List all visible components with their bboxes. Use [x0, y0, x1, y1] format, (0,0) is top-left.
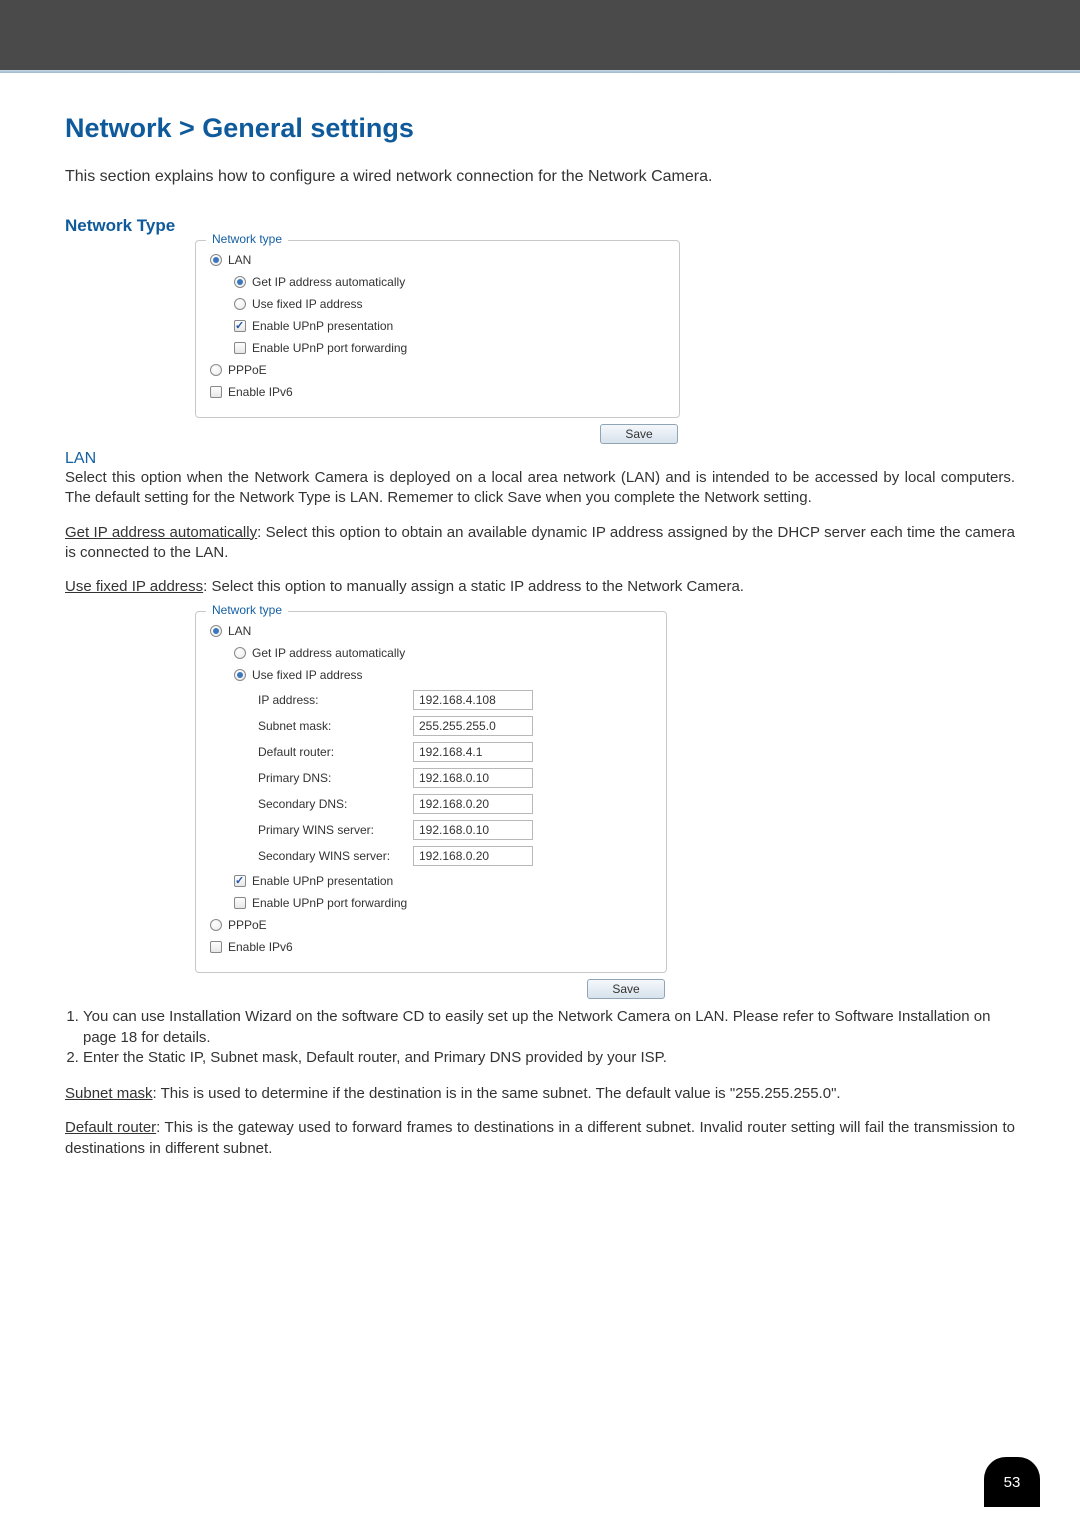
lan-heading: LAN	[65, 450, 1015, 468]
page-content: Network > General settings This section …	[0, 113, 1080, 1159]
radio-label: Get IP address automatically	[252, 646, 405, 660]
radio-label: Get IP address automatically	[252, 275, 405, 289]
router-rest: : This is the gateway used to forward fr…	[65, 1119, 1015, 1156]
radio-icon	[210, 919, 222, 931]
radio-icon	[210, 364, 222, 376]
radio-get-ip-auto[interactable]: Get IP address automatically	[210, 646, 652, 660]
checkbox-label: Enable UPnP port forwarding	[252, 341, 407, 355]
save-button[interactable]: Save	[600, 424, 678, 444]
radio-lan[interactable]: LAN	[210, 253, 665, 267]
list-item: Enter the Static IP, Subnet mask, Defaul…	[83, 1048, 1015, 1068]
secondary-wins-label: Secondary WINS server:	[258, 849, 413, 863]
radio-get-ip-auto[interactable]: Get IP address automatically	[210, 275, 665, 289]
default-router-label: Default router:	[258, 745, 413, 759]
checkbox-icon	[234, 897, 246, 909]
checkbox-icon	[234, 320, 246, 332]
primary-wins-label: Primary WINS server:	[258, 823, 413, 837]
router-link: Default router	[65, 1119, 156, 1136]
router-paragraph: Default router: This is the gateway used…	[65, 1118, 1015, 1159]
get-ip-link: Get IP address automatically	[65, 524, 257, 541]
radio-label: LAN	[228, 253, 251, 267]
fieldset-network-type-2: Network type LAN Get IP address automati…	[195, 611, 667, 973]
radio-icon	[234, 669, 246, 681]
checkbox-label: Enable UPnP presentation	[252, 319, 393, 333]
radio-lan[interactable]: LAN	[210, 624, 652, 638]
radio-icon	[210, 254, 222, 266]
fixed-ip-link: Use fixed IP address	[65, 578, 203, 595]
primary-dns-label: Primary DNS:	[258, 771, 413, 785]
save-button[interactable]: Save	[587, 979, 665, 999]
radio-label: PPPoE	[228, 918, 267, 932]
subnet-rest: : This is used to determine if the desti…	[153, 1085, 841, 1102]
checkbox-label: Enable IPv6	[228, 385, 293, 399]
checkbox-label: Enable IPv6	[228, 940, 293, 954]
checkbox-upnp-presentation[interactable]: Enable UPnP presentation	[210, 319, 665, 333]
radio-label: LAN	[228, 624, 251, 638]
top-divider	[0, 70, 1080, 73]
checkbox-enable-ipv6[interactable]: Enable IPv6	[210, 385, 665, 399]
page-number: 53	[1004, 1474, 1021, 1491]
radio-pppoe[interactable]: PPPoE	[210, 363, 665, 377]
radio-label: Use fixed IP address	[252, 297, 363, 311]
page-number-badge: 53	[984, 1457, 1040, 1507]
radio-icon	[234, 298, 246, 310]
ip-address-input[interactable]: 192.168.4.108	[413, 690, 533, 710]
radio-use-fixed-ip[interactable]: Use fixed IP address	[210, 668, 652, 682]
subnet-paragraph: Subnet mask: This is used to determine i…	[65, 1084, 1015, 1104]
checkbox-icon	[234, 875, 246, 887]
checkbox-upnp-presentation[interactable]: Enable UPnP presentation	[210, 874, 652, 888]
secondary-wins-input[interactable]: 192.168.0.20	[413, 846, 533, 866]
primary-dns-input[interactable]: 192.168.0.10	[413, 768, 533, 788]
radio-use-fixed-ip[interactable]: Use fixed IP address	[210, 297, 665, 311]
fieldset-network-type-1: Network type LAN Get IP address automati…	[195, 240, 680, 418]
figure-network-type-2: Network type LAN Get IP address automati…	[195, 611, 667, 999]
subnet-mask-label: Subnet mask:	[258, 719, 413, 733]
lan-paragraph: Select this option when the Network Came…	[65, 468, 1015, 509]
checkbox-upnp-port-forwarding[interactable]: Enable UPnP port forwarding	[210, 896, 652, 910]
checkbox-icon	[234, 342, 246, 354]
subnet-link: Subnet mask	[65, 1085, 153, 1102]
checkbox-enable-ipv6[interactable]: Enable IPv6	[210, 940, 652, 954]
subnet-mask-input[interactable]: 255.255.255.0	[413, 716, 533, 736]
secondary-dns-input[interactable]: 192.168.0.20	[413, 794, 533, 814]
fieldset-legend: Network type	[206, 603, 288, 617]
radio-label: PPPoE	[228, 363, 267, 377]
lan-para-text: Select this option when the Network Came…	[65, 469, 1015, 506]
fixed-ip-paragraph: Use fixed IP address: Select this option…	[65, 577, 1015, 597]
primary-wins-input[interactable]: 192.168.0.10	[413, 820, 533, 840]
figure-network-type-1: Network type LAN Get IP address automati…	[195, 240, 680, 444]
radio-icon	[234, 276, 246, 288]
checkbox-label: Enable UPnP port forwarding	[252, 896, 407, 910]
radio-label: Use fixed IP address	[252, 668, 363, 682]
secondary-dns-label: Secondary DNS:	[258, 797, 413, 811]
fixed-ip-rest: : Select this option to manually assign …	[203, 578, 744, 595]
checkbox-upnp-port-forwarding[interactable]: Enable UPnP port forwarding	[210, 341, 665, 355]
intro-text: This section explains how to configure a…	[65, 168, 1015, 186]
top-banner	[0, 0, 1080, 70]
page-title: Network > General settings	[65, 113, 1015, 144]
instruction-list: You can use Installation Wizard on the s…	[83, 1007, 1015, 1068]
checkbox-icon	[210, 386, 222, 398]
radio-pppoe[interactable]: PPPoE	[210, 918, 652, 932]
checkbox-label: Enable UPnP presentation	[252, 874, 393, 888]
ip-fields-grid: IP address: 192.168.4.108 Subnet mask: 2…	[258, 690, 652, 866]
list-item: You can use Installation Wizard on the s…	[83, 1007, 1015, 1048]
radio-icon	[234, 647, 246, 659]
ip-address-label: IP address:	[258, 693, 413, 707]
checkbox-icon	[210, 941, 222, 953]
fieldset-legend: Network type	[206, 232, 288, 246]
default-router-input[interactable]: 192.168.4.1	[413, 742, 533, 762]
get-ip-paragraph: Get IP address automatically: Select thi…	[65, 523, 1015, 564]
radio-icon	[210, 625, 222, 637]
